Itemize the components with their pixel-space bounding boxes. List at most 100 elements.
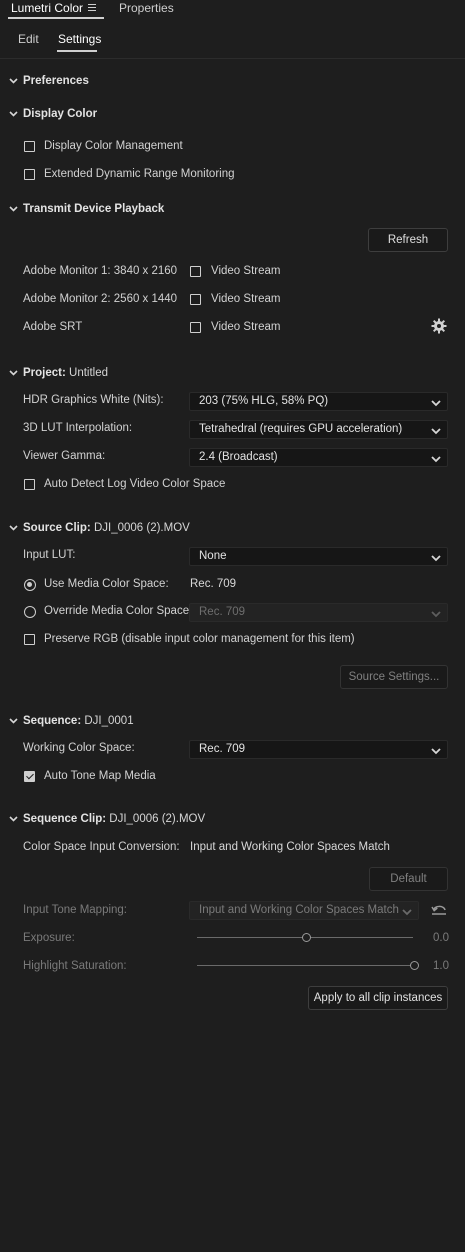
override-media-color-space-radio[interactable] (24, 606, 36, 618)
input-tone-mapping-dropdown: Input and Working Color Spaces Match (189, 901, 419, 920)
tab-divider (0, 58, 465, 59)
section-display-color[interactable]: Display Color (9, 108, 97, 120)
section-title: Preferences (23, 75, 89, 87)
dropdown-value: 2.4 (Broadcast) (199, 451, 278, 463)
highlight-saturation-slider-track[interactable] (197, 965, 413, 966)
adobe-srt-video-stream-checkbox[interactable] (190, 322, 201, 333)
chevron-down-icon (9, 108, 19, 120)
auto-tone-map-label: Auto Tone Map Media (44, 770, 156, 782)
display-color-management-label: Display Color Management (44, 140, 183, 152)
use-media-color-space-value: Rec. 709 (190, 578, 237, 590)
monitor-1-label: Adobe Monitor 1: 3840 x 2160 (23, 265, 178, 277)
dropdown-value: Tetrahedral (requires GPU acceleration) (199, 423, 403, 435)
section-project[interactable]: Project: Untitled (9, 367, 108, 379)
color-space-input-conversion-label: Color Space Input Conversion: (23, 841, 180, 853)
chevron-down-icon (9, 715, 19, 727)
chevron-down-icon (431, 609, 441, 621)
section-title: Sequence: (23, 715, 82, 727)
active-subtab-indicator (57, 50, 97, 52)
color-space-input-conversion-value: Input and Working Color Spaces Match (190, 841, 390, 853)
edr-monitoring-label: Extended Dynamic Range Monitoring (44, 168, 235, 180)
gear-icon[interactable] (431, 318, 447, 337)
preserve-rgb-checkbox[interactable] (24, 634, 35, 645)
chevron-down-icon (9, 367, 19, 379)
display-color-management-checkbox[interactable] (24, 141, 35, 152)
lut-interpolation-dropdown[interactable]: Tetrahedral (requires GPU acceleration) (189, 420, 448, 439)
adobe-srt-label: Adobe SRT (23, 321, 83, 333)
chevron-down-icon (9, 522, 19, 534)
source-clip-name: DJI_0006 (2).MOV (93, 522, 190, 534)
section-title: Project: (23, 367, 66, 379)
apply-to-all-clip-instances-button[interactable]: Apply to all clip instances (308, 986, 448, 1010)
chevron-down-icon (431, 746, 441, 758)
source-settings-button[interactable]: Source Settings... (340, 665, 448, 689)
chevron-down-icon (431, 426, 441, 438)
use-media-color-space-radio[interactable] (24, 579, 36, 591)
chevron-down-icon (9, 75, 19, 87)
sequence-clip-name: DJI_0006 (2).MOV (109, 813, 206, 825)
adobe-srt-video-stream-label: Video Stream (211, 321, 281, 333)
project-name: Untitled (69, 367, 109, 379)
lut-interpolation-label: 3D LUT Interpolation: (23, 422, 133, 434)
section-preferences[interactable]: Preferences (9, 75, 89, 87)
section-title: Source Clip: (23, 522, 91, 534)
section-title: Transmit Device Playback (23, 203, 165, 215)
auto-detect-log-checkbox[interactable] (24, 479, 35, 490)
active-tab-indicator (8, 17, 104, 19)
input-lut-dropdown[interactable]: None (189, 547, 448, 566)
section-source-clip[interactable]: Source Clip: DJI_0006 (2).MOV (9, 522, 190, 534)
chevron-down-icon (431, 454, 441, 466)
section-sequence-clip[interactable]: Sequence Clip: DJI_0006 (2).MOV (9, 813, 205, 825)
input-lut-label: Input LUT: (23, 549, 76, 561)
tab-properties[interactable]: Properties (119, 1, 174, 15)
section-title: Display Color (23, 108, 98, 120)
highlight-saturation-slider-handle[interactable] (409, 961, 419, 970)
tab-lumetri-color[interactable]: Lumetri Color (11, 1, 83, 15)
auto-detect-log-label: Auto Detect Log Video Color Space (44, 478, 226, 490)
monitor-1-video-stream-checkbox[interactable] (190, 266, 201, 277)
exposure-label: Exposure: (23, 932, 75, 944)
auto-tone-map-checkbox[interactable] (24, 771, 35, 782)
monitor-2-video-stream-label: Video Stream (211, 293, 281, 305)
hdr-graphics-white-label: HDR Graphics White (Nits): (23, 394, 164, 406)
monitor-1-video-stream-label: Video Stream (211, 265, 281, 277)
hdr-graphics-white-dropdown[interactable]: 203 (75% HLG, 58% PQ) (189, 392, 448, 411)
working-color-space-label: Working Color Space: (23, 742, 135, 754)
monitor-2-label: Adobe Monitor 2: 2560 x 1440 (23, 293, 178, 305)
highlight-saturation-label: Highlight Saturation: (23, 960, 127, 972)
working-color-space-dropdown[interactable]: Rec. 709 (189, 740, 448, 759)
viewer-gamma-label: Viewer Gamma: (23, 450, 106, 462)
use-media-color-space-label: Use Media Color Space: (44, 578, 169, 590)
edr-monitoring-checkbox[interactable] (24, 169, 35, 180)
tab-edit[interactable]: Edit (18, 32, 39, 46)
input-tone-mapping-label: Input Tone Mapping: (23, 904, 128, 916)
sequence-name: DJI_0001 (84, 715, 134, 727)
default-button[interactable]: Default (369, 867, 448, 891)
tab-settings[interactable]: Settings (58, 32, 101, 46)
section-transmit-device-playback[interactable]: Transmit Device Playback (9, 203, 164, 215)
refresh-button[interactable]: Refresh (368, 228, 448, 252)
exposure-value[interactable]: 0.0 (433, 932, 449, 944)
dropdown-value: 203 (75% HLG, 58% PQ) (199, 395, 329, 407)
chevron-down-icon (9, 813, 19, 825)
chevron-down-icon (431, 398, 441, 410)
monitor-2-video-stream-checkbox[interactable] (190, 294, 201, 305)
chevron-down-icon (9, 203, 19, 215)
highlight-saturation-value[interactable]: 1.0 (433, 960, 449, 972)
chevron-down-icon (402, 907, 412, 919)
dropdown-value: Rec. 709 (199, 743, 246, 755)
panel-menu-icon[interactable] (88, 4, 96, 11)
reset-icon[interactable] (431, 902, 447, 919)
section-title: Sequence Clip: (23, 813, 107, 825)
chevron-down-icon (431, 553, 441, 565)
dropdown-value: Input and Working Color Spaces Match (199, 904, 399, 916)
exposure-slider-handle[interactable] (301, 933, 311, 942)
override-media-color-space-label: Override Media Color Space: (44, 605, 193, 617)
dropdown-value: None (199, 550, 227, 562)
panel-tab-bar: Lumetri Color Properties (0, 0, 465, 19)
dropdown-value: Rec. 709 (199, 606, 246, 618)
preserve-rgb-label: Preserve RGB (disable input color manage… (44, 633, 355, 645)
viewer-gamma-dropdown[interactable]: 2.4 (Broadcast) (189, 448, 448, 467)
section-sequence[interactable]: Sequence: DJI_0001 (9, 715, 134, 727)
override-media-color-space-dropdown: Rec. 709 (189, 603, 448, 622)
